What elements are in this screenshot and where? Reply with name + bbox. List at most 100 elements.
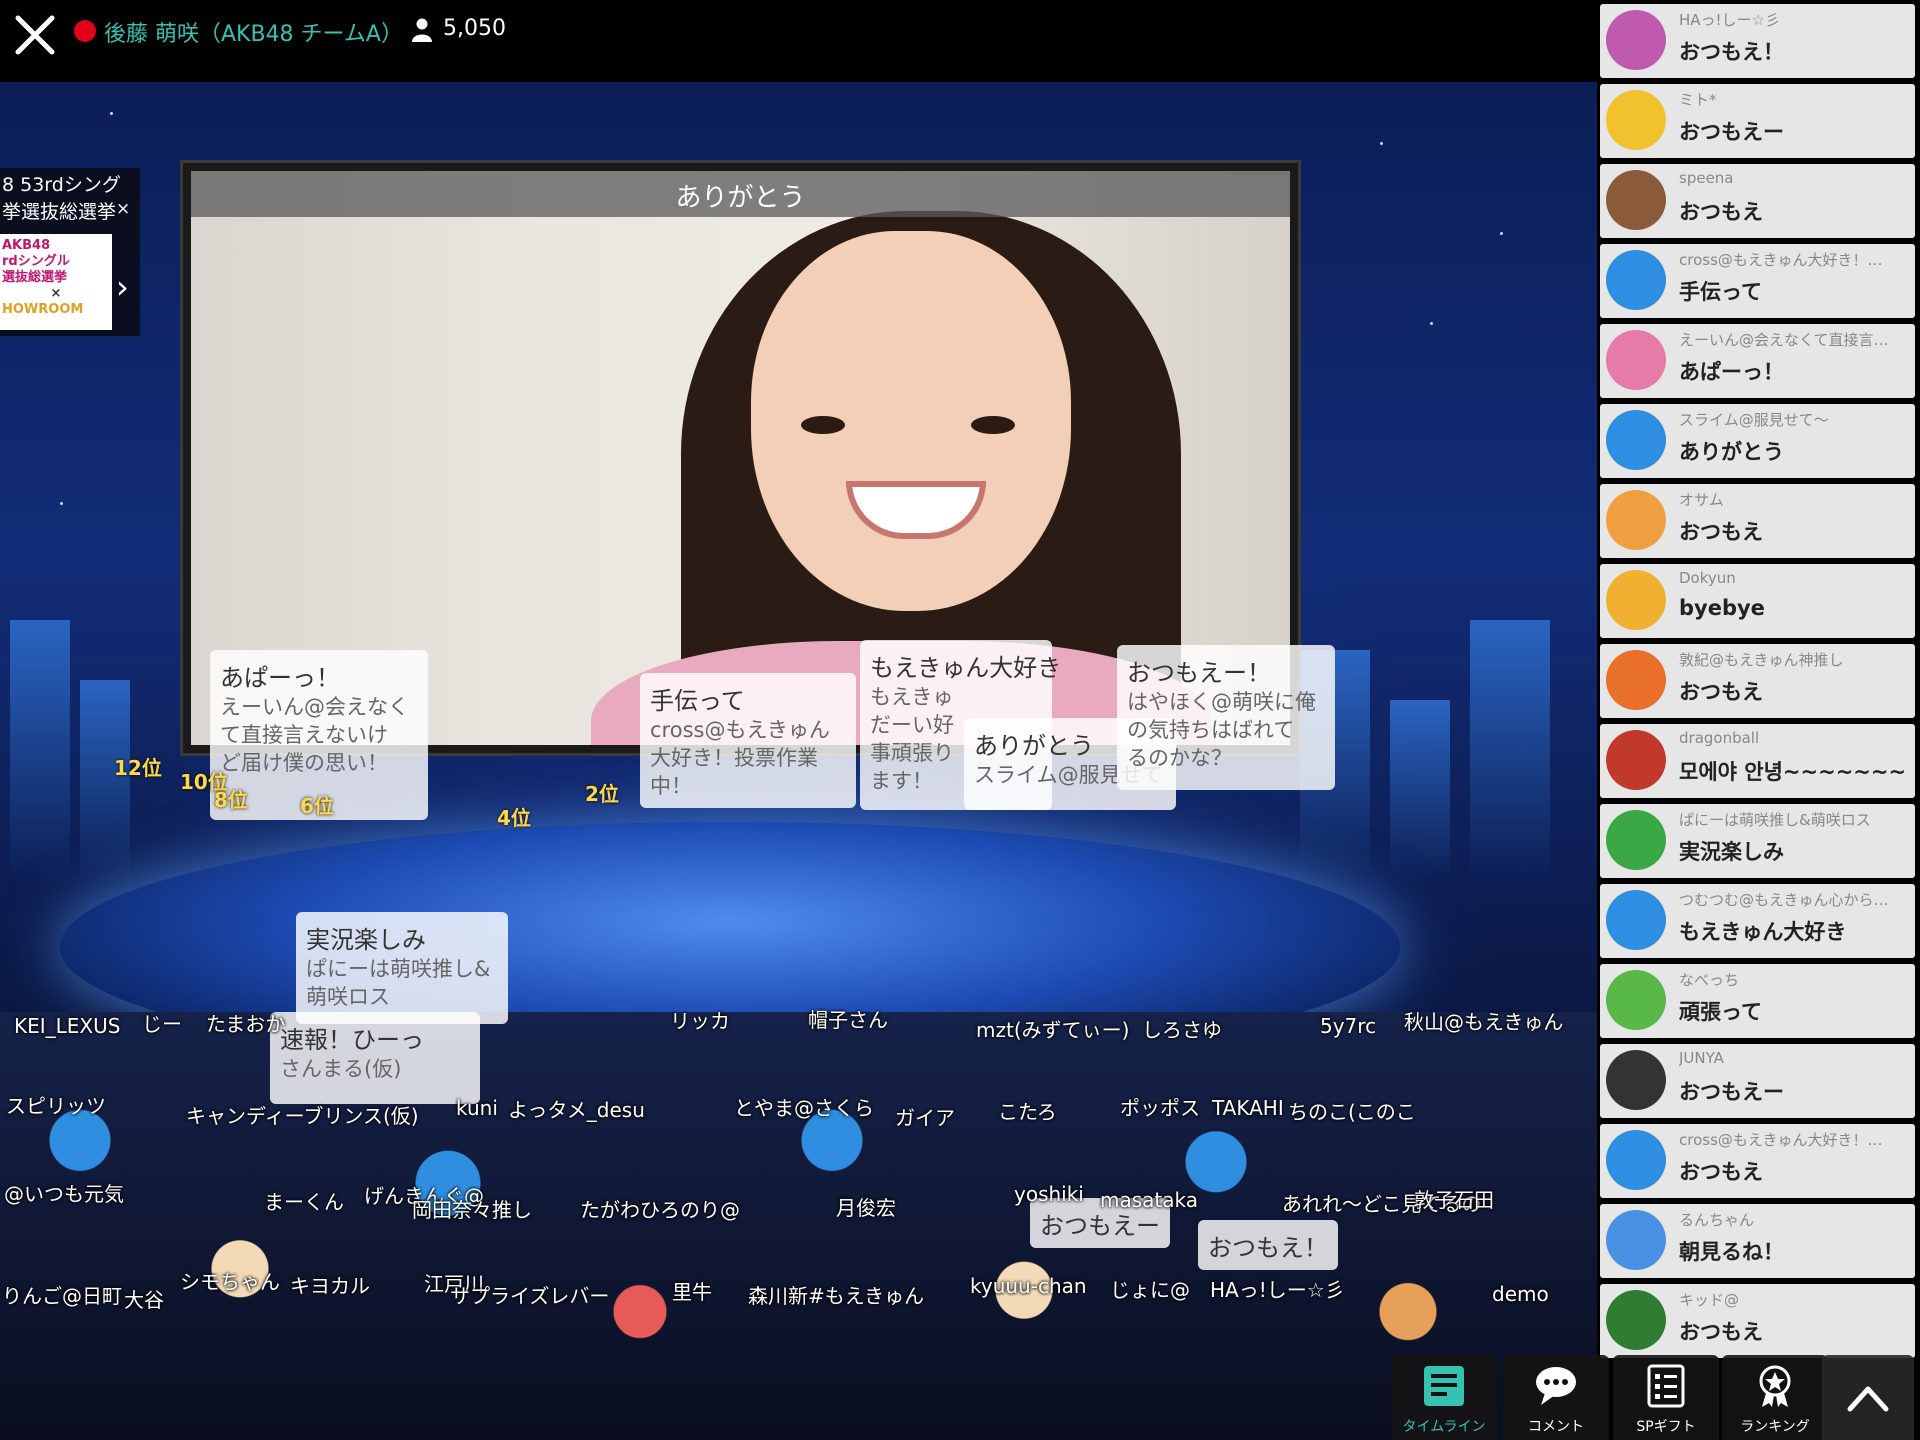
crowd-name: TAKAHI xyxy=(1212,1096,1284,1120)
event-close-icon[interactable]: × xyxy=(116,199,130,219)
avatar xyxy=(1606,490,1666,550)
event-text-line: 8 53rdシング xyxy=(2,174,121,196)
comment-text: おつもえ xyxy=(1679,1160,1763,1184)
bubble-subtitle: さんまる(仮) xyxy=(280,1057,402,1081)
comment-bubble: おつもえ！ xyxy=(1198,1220,1338,1270)
crowd-name: mzt(みずてぃー) xyxy=(976,1018,1130,1042)
crowd-name: 岡田奈々推し xyxy=(412,1198,532,1222)
crowd-name: りんご@日町 xyxy=(2,1284,122,1308)
comment-item[interactable]: オサム おつもえ xyxy=(1600,484,1915,558)
avatar xyxy=(1606,10,1666,70)
comment-item[interactable]: HAっ!しー☆彡 おつもえ！ xyxy=(1600,4,1915,78)
chevron-up-icon xyxy=(1847,1386,1889,1412)
crowd-name: KEI_LEXUS xyxy=(14,1014,121,1038)
crowd-name: とやま@さくら xyxy=(734,1096,874,1120)
crowd-name: シモちゃん xyxy=(180,1270,280,1294)
avatar xyxy=(1606,1050,1666,1110)
star xyxy=(1500,232,1503,235)
event-logo-text: HOWROOM xyxy=(2,302,84,317)
comment-item[interactable]: なべっち 頑張って xyxy=(1600,964,1915,1038)
comment-text: おつもえ xyxy=(1679,680,1763,704)
event-logo-text: AKB48 xyxy=(2,238,51,253)
crowd-name: @いつも元気 xyxy=(4,1182,124,1206)
comment-text: 朝見るね！ xyxy=(1679,1240,1784,1264)
streamer-name[interactable]: 後藤 萌咲（AKB48 チームA） xyxy=(104,16,403,48)
crowd-name: サプライズレバー xyxy=(450,1284,610,1308)
bubble-title: もえきゅん大好き xyxy=(870,654,1062,682)
comment-item[interactable]: JUNYA おつもえー xyxy=(1600,1044,1915,1118)
comment-label: コメント xyxy=(1528,1419,1584,1435)
timeline-label: タイムライン xyxy=(1402,1419,1486,1435)
comment-item[interactable]: キッド@ おつもえ xyxy=(1600,1284,1915,1358)
crowd-name: ガイア xyxy=(895,1106,955,1130)
comment-item[interactable]: cross@もえきゅん大好き！… おつもえ xyxy=(1600,1124,1915,1198)
rank-label: 8位 xyxy=(214,788,248,812)
scroll-top-button[interactable] xyxy=(1822,1355,1914,1440)
comment-text: おつもえー xyxy=(1679,120,1784,144)
bubble-subtitle: はやほく@萌咲に俺 の気持ちはばれて るのかな？ xyxy=(1127,690,1316,770)
avatar xyxy=(1606,1130,1666,1190)
crowd-name: よっタメ_desu xyxy=(508,1098,645,1122)
comment-bubble: 速報！ひーっ さんまる(仮) xyxy=(270,1012,480,1104)
performer-face xyxy=(751,231,1071,611)
comment-item[interactable]: dragonball 모에야 안녕~~~~~~~ xyxy=(1600,724,1915,798)
crowd-name: じょに@ xyxy=(1110,1278,1190,1302)
avatar xyxy=(1606,1290,1666,1350)
comment-username: 敦紀@もえきゅん神推し xyxy=(1679,651,1844,669)
chevron-right-icon[interactable]: › xyxy=(116,268,129,306)
comment-username: えーいん@会えなくて直接言… xyxy=(1679,331,1889,349)
avatar xyxy=(1606,250,1666,310)
crowd-name: スピリッツ xyxy=(6,1094,106,1118)
bubble-title: 速報！ひーっ xyxy=(280,1026,424,1054)
video-title-bar: ありがとう xyxy=(191,171,1290,217)
comment-item[interactable]: るんちゃん 朝見るね！ xyxy=(1600,1204,1915,1278)
bubble-subtitle: ぱにーは萌咲推し& 萌咲ロス xyxy=(306,957,491,1009)
event-logo[interactable]: AKB48 rdシングル 選抜総選挙 × HOWROOM xyxy=(0,234,112,330)
crowd-name: ちのこ(このこ xyxy=(1288,1100,1416,1124)
comment-item[interactable]: えーいん@会えなくて直接言… あぱーっ！ xyxy=(1600,324,1915,398)
sp-gift-button[interactable]: SPギフト xyxy=(1613,1355,1719,1440)
bubble-title: 実況楽しみ xyxy=(306,926,426,954)
close-icon[interactable] xyxy=(10,10,60,60)
comment-username: cross@もえきゅん大好き！… xyxy=(1679,1131,1883,1149)
event-logo-text: 選抜総選挙 xyxy=(2,270,68,285)
timeline-button[interactable]: タイムライン xyxy=(1391,1355,1497,1440)
live-indicator-icon xyxy=(74,20,96,42)
comment-item[interactable]: Dokyun byebye xyxy=(1600,564,1915,638)
comment-username: speena xyxy=(1679,169,1734,187)
comment-item[interactable]: speena おつもえ xyxy=(1600,164,1915,238)
crowd-name: kyuuu-chan xyxy=(970,1274,1087,1298)
avatar xyxy=(1606,730,1666,790)
viewer-count: 5,050 xyxy=(443,16,506,41)
crowd-name: キャンディーブリンス(仮) xyxy=(186,1104,419,1128)
comment-text: おつもえ！ xyxy=(1679,40,1784,64)
comment-text: おつもえ xyxy=(1679,520,1763,544)
city-building xyxy=(10,620,70,880)
crowd-name: たまおか xyxy=(206,1012,286,1036)
crowd-name: まーくん xyxy=(264,1190,344,1214)
comment-item[interactable]: つむつむ@もえきゅん心から… もえきゅん大好き xyxy=(1600,884,1915,958)
comment-username: dragonball xyxy=(1679,729,1760,747)
crowd-name: 敦子石田 xyxy=(1414,1188,1494,1212)
viewer-person-icon xyxy=(412,18,432,42)
comment-username: HAっ!しー☆彡 xyxy=(1679,11,1781,29)
comment-text: 手伝って xyxy=(1679,280,1762,304)
comment-item[interactable]: スライム@服見せて〜 ありがとう xyxy=(1600,404,1915,478)
comment-item[interactable]: ミト* おつもえー xyxy=(1600,84,1915,158)
event-banner[interactable]: 8 53rdシング 挙選抜総選挙 × AKB48 rdシングル 選抜総選挙 × … xyxy=(0,168,140,336)
avatar xyxy=(1606,570,1666,630)
comment-timeline[interactable]: HAっ!しー☆彡 おつもえ！ ミト* おつもえー speena おつもえ cro… xyxy=(1597,0,1920,1440)
timeline-icon xyxy=(1424,1366,1464,1406)
comment-username: オサム xyxy=(1679,491,1724,509)
rank-label: 12位 xyxy=(114,756,162,780)
comment-item[interactable]: 敦紀@もえきゅん神推し おつもえ xyxy=(1600,644,1915,718)
ranking-button[interactable]: ランキング xyxy=(1722,1355,1828,1440)
comment-bubble: 実況楽しみ ぱにーは萌咲推し& 萌咲ロス xyxy=(296,912,508,1024)
comment-item[interactable]: ぱにーは萌咲推し&萌咲ロス 実況楽しみ xyxy=(1600,804,1915,878)
comment-item[interactable]: cross@もえきゅん大好き！… 手伝って xyxy=(1600,244,1915,318)
comment-button[interactable]: コメント xyxy=(1503,1355,1609,1440)
performer-eye xyxy=(801,416,845,434)
comment-username: JUNYA xyxy=(1679,1049,1724,1067)
sp-gift-label: SPギフト xyxy=(1636,1419,1696,1435)
rank-label: 2位 xyxy=(585,782,619,806)
